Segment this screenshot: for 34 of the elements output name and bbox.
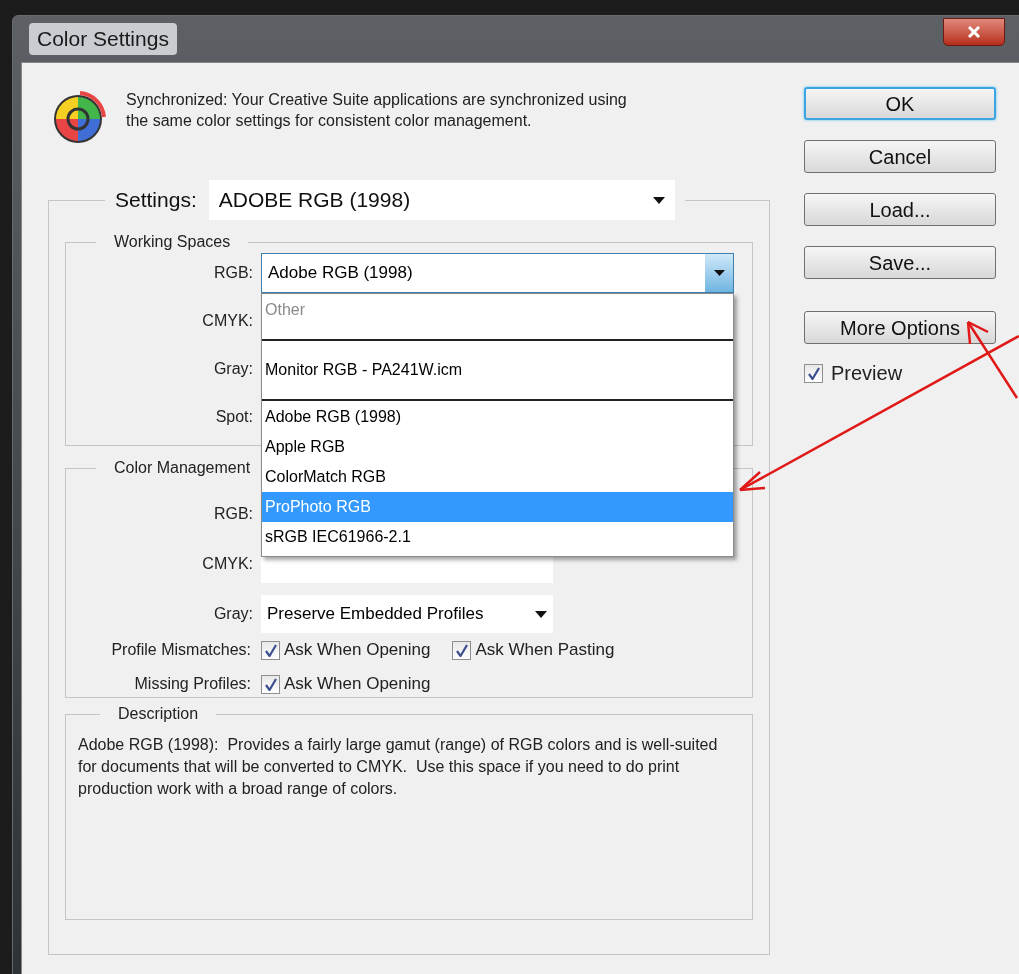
description-text: Adobe RGB (1998): Provides a fairly large gamut (range) of RGB colors and is well-suited for documents that will be converted to CMYK. Use this space if you need to do print production work with a broad range of colors. xyxy=(78,735,719,799)
dialog-button[interactable]: Cancel xyxy=(804,140,996,173)
rgb-dropdown[interactable]: Adobe RGB (1998) xyxy=(261,253,734,293)
field-label: Gray: xyxy=(212,604,254,624)
menu-item[interactable]: Adobe RGB (1998) xyxy=(262,402,733,432)
policy-dropdown[interactable]: Preserve Embedded Profiles xyxy=(261,595,553,633)
group-title: Working Spaces xyxy=(113,232,232,252)
field-label: RGB: xyxy=(212,504,254,524)
dialog-button[interactable]: OK xyxy=(804,87,996,120)
settings-dropdown[interactable]: ADOBE RGB (1998) xyxy=(208,180,675,220)
group-title: Description xyxy=(117,704,200,724)
checkbox-label: Preview xyxy=(831,361,903,386)
menu-item[interactable]: Apple RGB xyxy=(262,432,733,462)
field-label: CMYK: xyxy=(201,311,254,331)
option-label: Missing Profiles: xyxy=(133,674,252,694)
checkbox-label: Ask When Opening xyxy=(284,639,431,662)
menu-item[interactable]: sRGB IEC61966-2.1 xyxy=(262,522,733,552)
field-label: Gray: xyxy=(212,359,254,379)
settings-label: Settings: xyxy=(115,187,197,214)
window-title: Color Settings xyxy=(29,23,177,55)
group-title: Color Management xyxy=(113,458,252,478)
field-label: Spot: xyxy=(214,407,254,427)
menu-item[interactable]: ColorMatch RGB xyxy=(262,462,733,492)
dialog-button[interactable]: Load... xyxy=(804,193,996,226)
checkbox-label: Ask When Opening xyxy=(284,673,431,696)
option-label: Profile Mismatches: xyxy=(110,640,252,660)
dialog-button[interactable]: More Options xyxy=(804,311,996,344)
field-label: CMYK: xyxy=(201,554,254,574)
checkbox-label: Ask When Pasting xyxy=(475,639,615,662)
sync-message: Synchronized: Your Creative Suite applications are synchronized using the same color settings for consistent color management. xyxy=(126,90,628,131)
dialog-button[interactable]: Save... xyxy=(804,246,996,279)
menu-item[interactable]: Monitor RGB - PA241W.icm xyxy=(262,342,733,398)
field-label: RGB: xyxy=(212,263,254,283)
menu-header: Other xyxy=(264,300,306,320)
